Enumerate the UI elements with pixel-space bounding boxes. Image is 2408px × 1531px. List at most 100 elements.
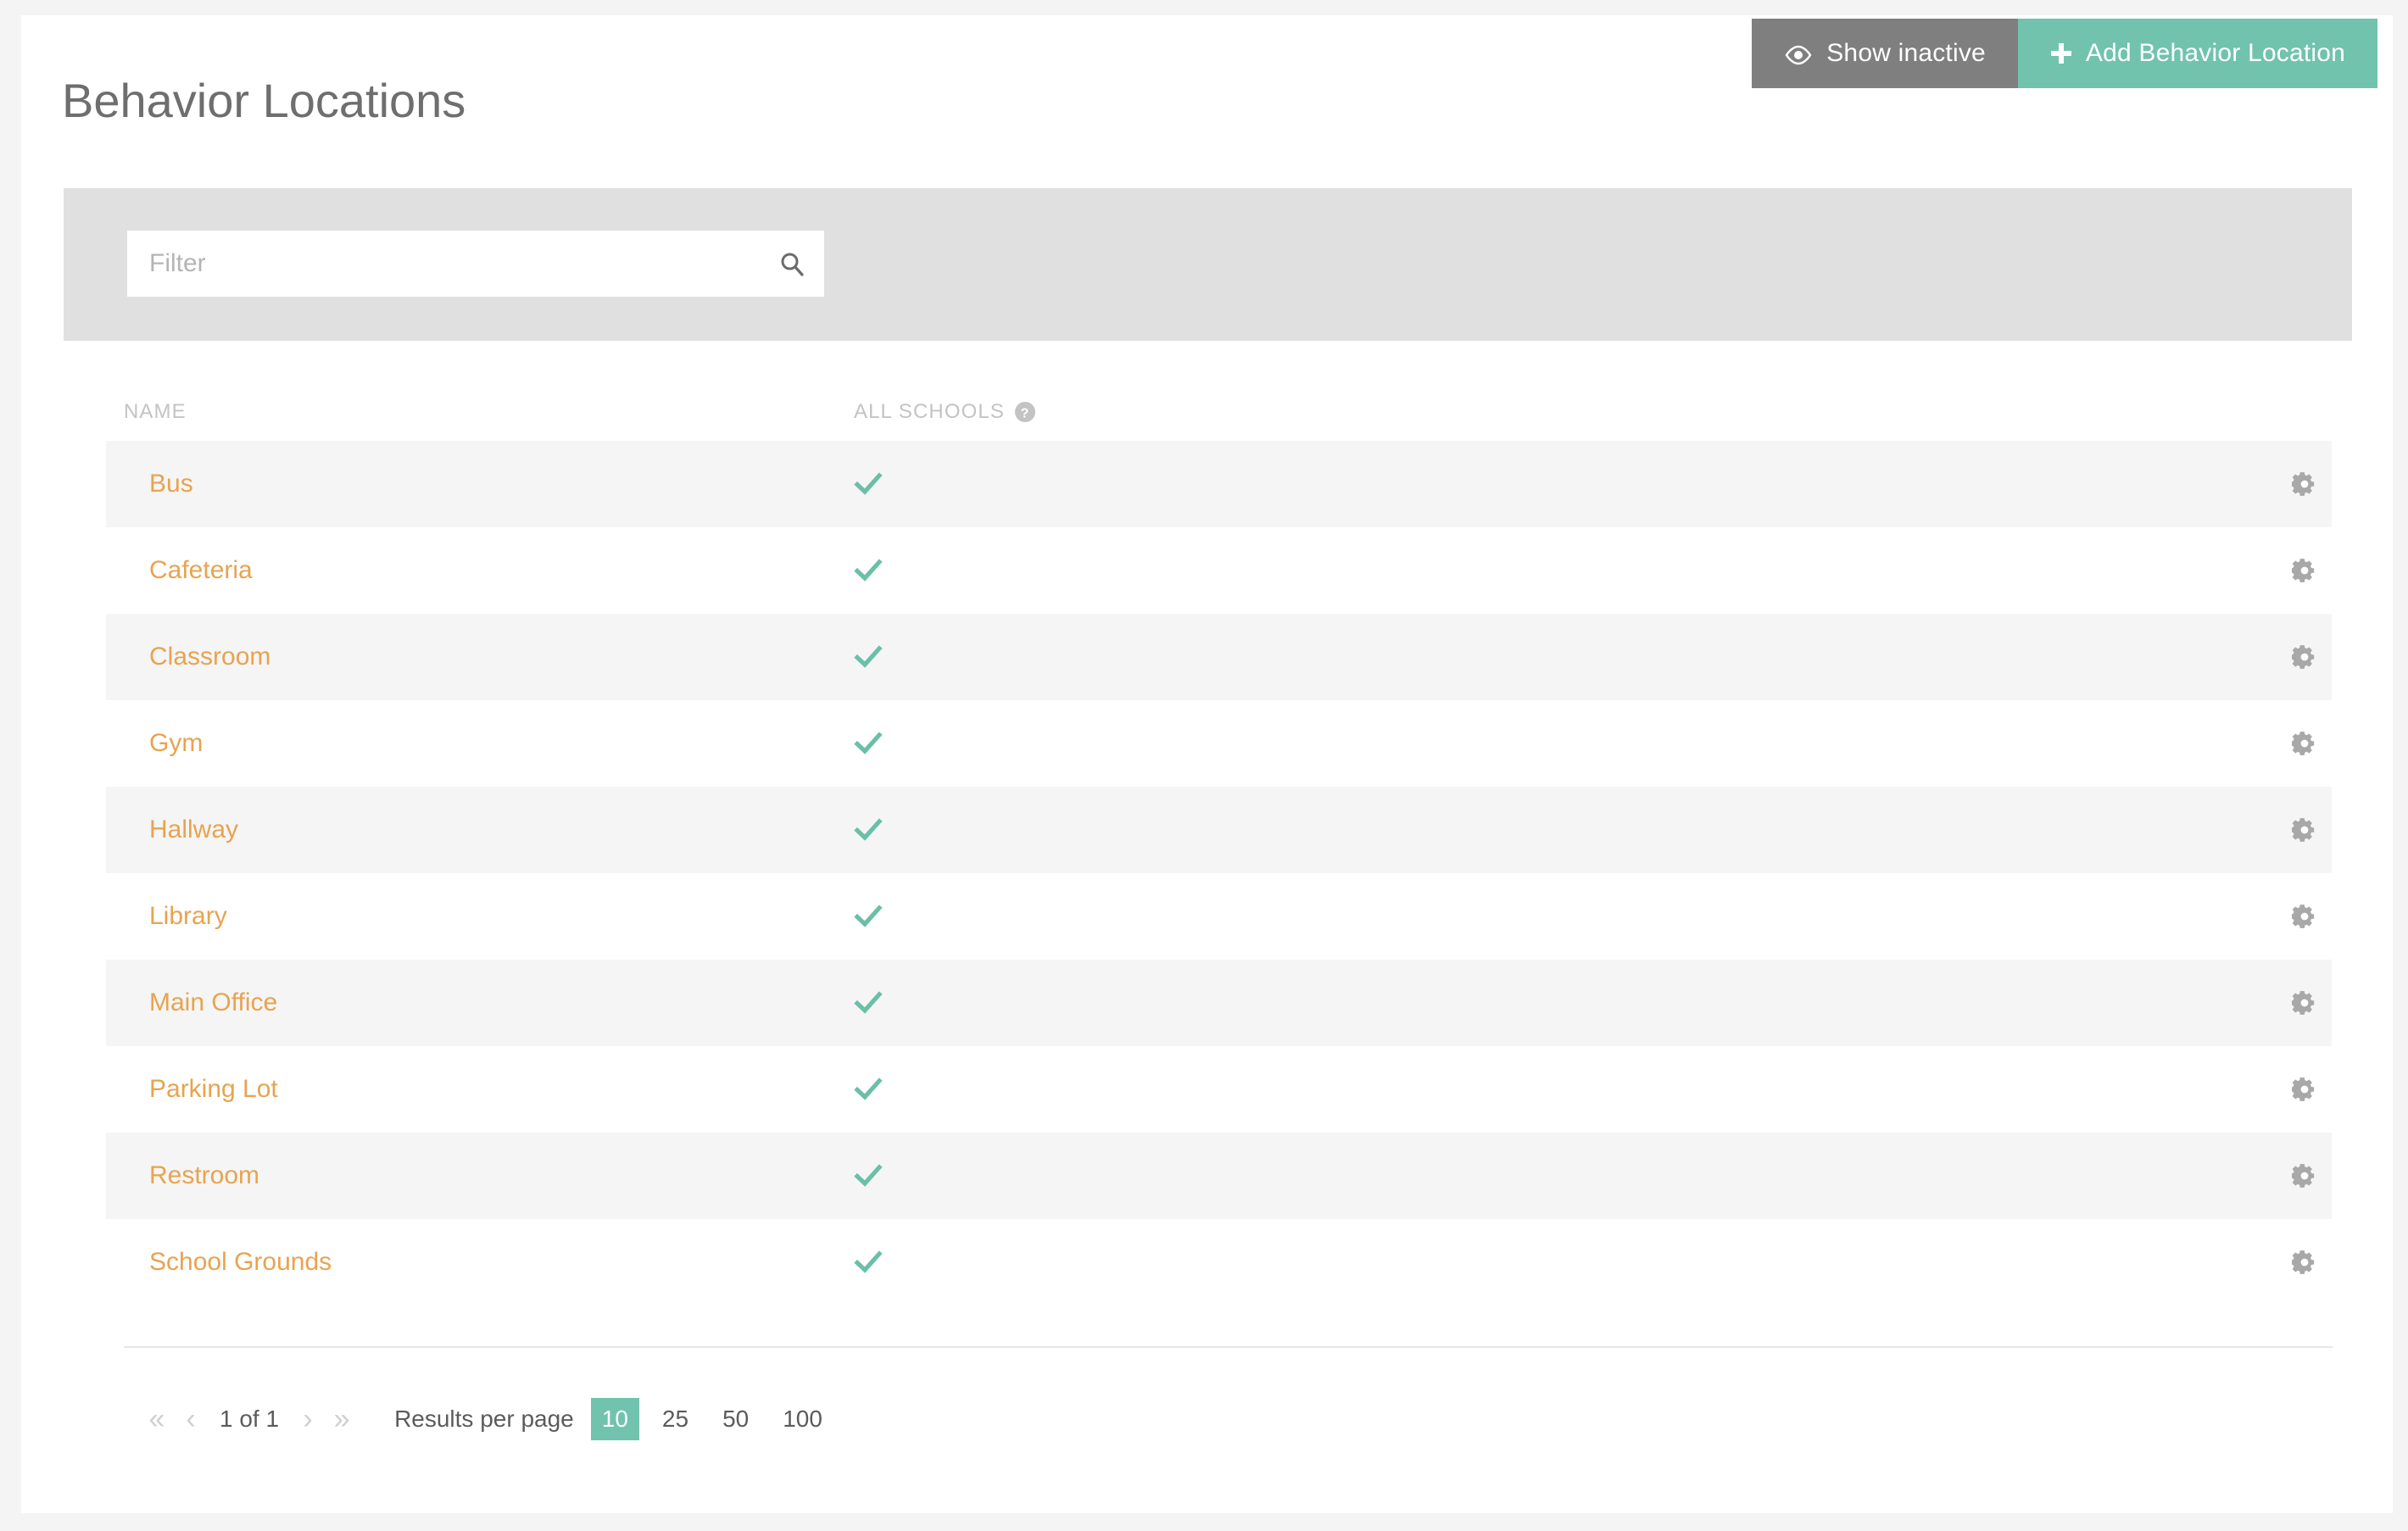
next-page-button[interactable]: › — [291, 1397, 325, 1441]
row-settings-button[interactable] — [2283, 700, 2326, 787]
plus-icon — [2050, 42, 2072, 64]
gear-icon — [2290, 990, 2317, 1016]
all-schools-cell — [854, 527, 883, 614]
row-settings-button[interactable] — [2283, 527, 2326, 614]
app-page: Show inactive Add Behavior Location Beha… — [0, 0, 2408, 1531]
results-per-page-options: 10 25 50 100 — [590, 1398, 845, 1440]
table-row: Parking Lot — [21, 1046, 2393, 1133]
column-header-name[interactable]: NAME — [124, 400, 187, 424]
row-background — [106, 787, 2332, 873]
location-name-link[interactable]: Main Office — [149, 960, 277, 1046]
search-button[interactable] — [760, 231, 824, 297]
all-schools-cell — [854, 1046, 883, 1133]
location-name-link[interactable]: Library — [149, 873, 227, 960]
all-schools-cell — [854, 960, 883, 1046]
all-schools-cell — [854, 787, 883, 873]
row-background — [106, 614, 2332, 700]
check-icon — [854, 902, 883, 931]
row-background — [106, 527, 2332, 614]
gear-icon — [2290, 1163, 2317, 1189]
location-name-link[interactable]: School Grounds — [149, 1219, 332, 1306]
add-behavior-location-label: Add Behavior Location — [2085, 39, 2345, 67]
gear-icon — [2290, 904, 2317, 929]
show-inactive-label: Show inactive — [1826, 39, 1986, 67]
last-page-button[interactable]: » — [325, 1397, 359, 1441]
table-header-row: NAME ALL SCHOOLS ? — [21, 388, 2393, 441]
all-schools-cell — [854, 1219, 883, 1306]
results-per-page-option[interactable]: 25 — [651, 1398, 700, 1440]
all-schools-cell — [854, 441, 883, 527]
check-icon — [854, 643, 883, 671]
help-circle-icon[interactable]: ? — [1014, 401, 1036, 423]
previous-page-button[interactable]: ‹ — [174, 1397, 208, 1441]
row-settings-button[interactable] — [2283, 1219, 2326, 1306]
check-icon — [854, 729, 883, 758]
table-row: Restroom — [21, 1133, 2393, 1219]
row-settings-button[interactable] — [2283, 787, 2326, 873]
column-header-all-schools[interactable]: ALL SCHOOLS ? — [854, 400, 1036, 424]
gear-icon — [2290, 1077, 2317, 1102]
location-name-link[interactable]: Bus — [149, 441, 193, 527]
location-name-link[interactable]: Cafeteria — [149, 527, 253, 614]
location-name-link[interactable]: Parking Lot — [149, 1046, 278, 1133]
results-per-page-option[interactable]: 10 — [590, 1398, 639, 1440]
row-background — [106, 1046, 2332, 1133]
location-name-link[interactable]: Restroom — [149, 1133, 259, 1219]
all-schools-cell — [854, 873, 883, 960]
search-icon — [779, 251, 805, 276]
first-page-button[interactable]: « — [140, 1397, 174, 1441]
table-row: Hallway — [21, 787, 2393, 873]
results-per-page-option[interactable]: 50 — [711, 1398, 760, 1440]
check-icon — [854, 1075, 883, 1104]
table-row: Library — [21, 873, 2393, 960]
page-title: Behavior Locations — [62, 74, 466, 127]
row-background — [106, 1133, 2332, 1219]
table-divider — [124, 1346, 2333, 1348]
gear-icon — [2290, 644, 2317, 670]
header-actions: Show inactive Add Behavior Location — [1752, 19, 2377, 88]
row-background — [106, 700, 2332, 787]
content-card: Show inactive Add Behavior Location Beha… — [21, 15, 2393, 1513]
gear-icon — [2290, 1250, 2317, 1275]
filter-bar — [64, 188, 2352, 341]
table-row: Classroom — [21, 614, 2393, 700]
row-background — [106, 873, 2332, 960]
location-name-link[interactable]: Gym — [149, 700, 203, 787]
svg-text:?: ? — [1021, 407, 1030, 421]
locations-table: NAME ALL SCHOOLS ? Bus Cafeteria Classroom… — [21, 388, 2393, 1306]
results-per-page-label: Results per page — [394, 1406, 574, 1432]
filter-input[interactable] — [127, 231, 760, 297]
location-name-link[interactable]: Classroom — [149, 614, 270, 700]
table-row: Bus — [21, 441, 2393, 527]
row-background — [106, 960, 2332, 1046]
gear-icon — [2290, 471, 2317, 497]
check-icon — [854, 816, 883, 844]
row-settings-button[interactable] — [2283, 614, 2326, 700]
eye-icon — [1784, 43, 1813, 65]
show-inactive-button[interactable]: Show inactive — [1752, 19, 2018, 88]
pagination: « ‹ 1 of 1 › » Results per page 10 25 50 10… — [140, 1397, 845, 1441]
location-name-link[interactable]: Hallway — [149, 787, 238, 873]
row-settings-button[interactable] — [2283, 1046, 2326, 1133]
row-background — [106, 441, 2332, 527]
table-row: Cafeteria — [21, 527, 2393, 614]
results-per-page-option[interactable]: 100 — [772, 1398, 833, 1440]
gear-icon — [2290, 731, 2317, 756]
row-background — [106, 1219, 2332, 1306]
add-behavior-location-button[interactable]: Add Behavior Location — [2017, 19, 2377, 88]
gear-icon — [2290, 558, 2317, 583]
table-row: Main Office — [21, 960, 2393, 1046]
check-icon — [854, 556, 883, 585]
row-settings-button[interactable] — [2283, 960, 2326, 1046]
row-settings-button[interactable] — [2283, 441, 2326, 527]
row-settings-button[interactable] — [2283, 873, 2326, 960]
check-icon — [854, 1248, 883, 1277]
all-schools-cell — [854, 614, 883, 700]
row-settings-button[interactable] — [2283, 1133, 2326, 1219]
table-row: School Grounds — [21, 1219, 2393, 1306]
table-body: Bus Cafeteria Classroom Gym Hallway Library Ma… — [21, 441, 2393, 1306]
page-indicator: 1 of 1 — [220, 1406, 280, 1432]
all-schools-cell — [854, 700, 883, 787]
column-header-all-schools-label: ALL SCHOOLS — [854, 400, 1005, 423]
check-icon — [854, 470, 883, 498]
